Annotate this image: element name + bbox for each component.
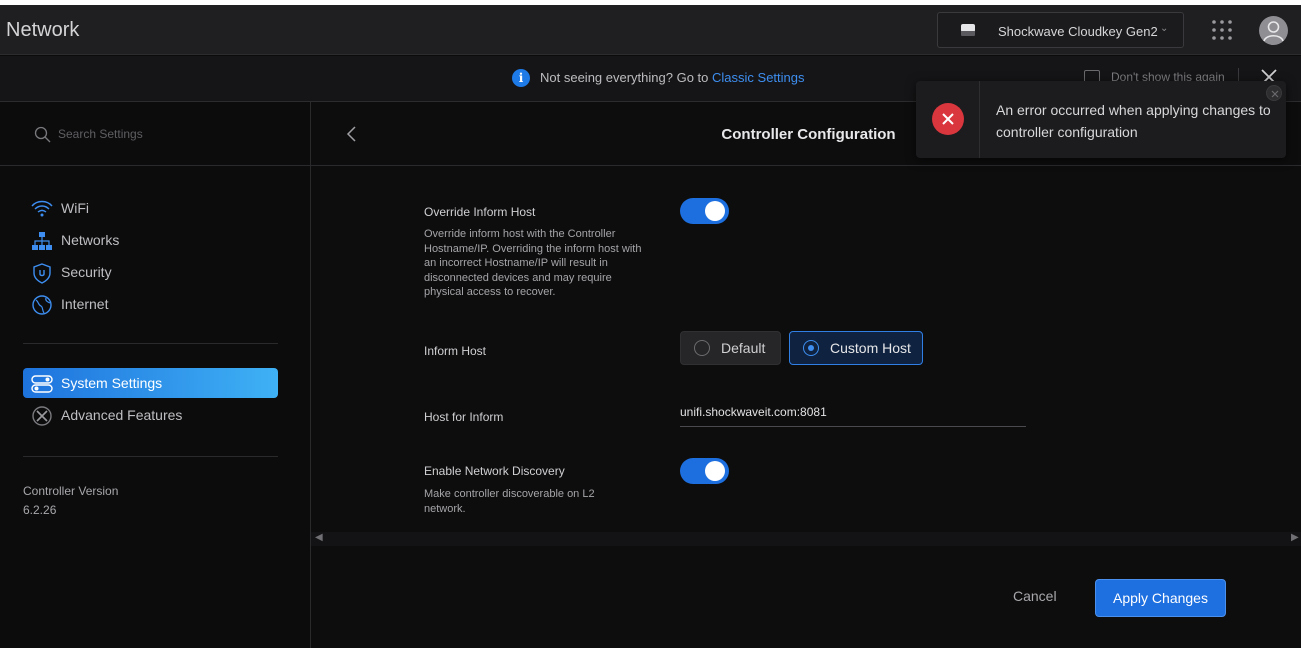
header: Network Shockwave Cloudkey Gen2 ⌄: [0, 5, 1301, 55]
chevron-down-icon: ⌄: [1160, 23, 1169, 34]
radio-label: Custom Host: [830, 340, 911, 356]
toast-close-icon[interactable]: [1266, 85, 1282, 101]
cloudkey-icon: [961, 24, 975, 36]
search-icon: [34, 126, 51, 143]
main-panel: Controller Configuration Override Inform…: [311, 102, 1301, 648]
controller-version-value: 6.2.26: [23, 503, 57, 517]
sidebar-item-label: System Settings: [61, 375, 163, 391]
advanced-features-icon: [32, 406, 52, 426]
scroll-right-icon[interactable]: ▶: [1291, 532, 1299, 543]
system-settings-icon: [31, 375, 53, 393]
apps-grid-icon[interactable]: [1211, 19, 1233, 41]
networks-icon: [32, 232, 52, 250]
device-select[interactable]: Shockwave Cloudkey Gen2 ⌄: [937, 12, 1184, 48]
host-for-inform-input[interactable]: [680, 403, 1026, 427]
user-icon: [1263, 21, 1284, 42]
override-inform-host-toggle[interactable]: [680, 198, 729, 224]
apply-changes-button[interactable]: Apply Changes: [1095, 579, 1226, 617]
sidebar-item-wifi[interactable]: WiFi: [23, 193, 278, 223]
sidebar: WiFi Networks Security Internet System S…: [0, 102, 311, 648]
inform-host-custom-option[interactable]: Custom Host: [789, 331, 923, 365]
sidebar-item-label: Advanced Features: [61, 407, 183, 423]
sidebar-item-label: Security: [61, 264, 112, 280]
wifi-icon: [31, 200, 53, 217]
error-icon: [932, 103, 964, 135]
x-mark-icon: [942, 113, 954, 125]
sidebar-item-advanced-features[interactable]: Advanced Features: [23, 400, 278, 430]
override-inform-host-description: Override inform host with the Controller…: [424, 228, 642, 298]
sidebar-item-internet[interactable]: Internet: [23, 289, 278, 319]
sidebar-item-networks[interactable]: Networks: [23, 225, 278, 255]
network-discovery-label: Enable Network Discovery: [424, 464, 565, 478]
network-discovery-toggle[interactable]: [680, 458, 729, 484]
toggle-knob: [705, 201, 725, 221]
network-discovery-description: Make controller discoverable on L2 netwo…: [424, 488, 595, 515]
globe-icon: [32, 295, 52, 315]
sidebar-item-label: WiFi: [61, 200, 89, 216]
search-bar: [0, 102, 310, 166]
toast-divider: [979, 81, 980, 158]
sidebar-item-security[interactable]: Security: [23, 257, 278, 287]
sidebar-divider: [23, 343, 278, 344]
toast-message: An error occurred when applying changes …: [996, 102, 1271, 140]
inform-host-default-option[interactable]: Default: [680, 331, 781, 365]
info-icon: i: [512, 69, 530, 87]
sidebar-item-label: Internet: [61, 296, 109, 312]
classic-settings-link[interactable]: Classic Settings: [712, 70, 804, 85]
radio-label: Default: [721, 340, 766, 356]
sidebar-item-label: Networks: [61, 232, 120, 248]
banner-text: Not seeing everything? Go to: [540, 70, 709, 85]
toggle-knob: [705, 461, 725, 481]
host-for-inform-label: Host for Inform: [424, 410, 504, 424]
shield-icon: [33, 263, 51, 284]
device-name: Shockwave Cloudkey Gen2: [998, 24, 1158, 39]
inform-host-label: Inform Host: [424, 344, 487, 358]
override-inform-host-label: Override Inform Host: [424, 205, 536, 219]
horizontal-scrollbar[interactable]: [311, 532, 1301, 546]
sidebar-item-system-settings[interactable]: System Settings: [23, 368, 278, 398]
radio-dot: [694, 340, 710, 356]
scroll-left-icon[interactable]: ◀: [315, 532, 323, 543]
search-input[interactable]: [58, 124, 288, 144]
controller-version-label: Controller Version: [23, 484, 119, 498]
sidebar-divider: [23, 456, 278, 457]
error-toast: An error occurred when applying changes …: [916, 81, 1286, 158]
radio-dot: [803, 340, 819, 356]
avatar[interactable]: [1259, 16, 1288, 45]
app-title: Network: [6, 19, 80, 41]
cancel-button[interactable]: Cancel: [1013, 588, 1057, 604]
